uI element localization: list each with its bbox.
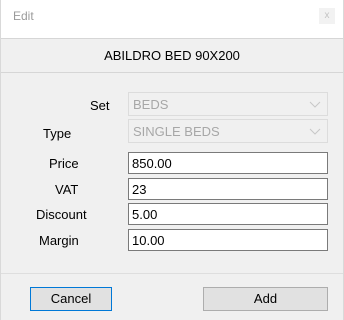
window-title: Edit (13, 9, 34, 23)
set-select[interactable]: BEDS (128, 92, 328, 116)
chevron-down-icon (309, 101, 321, 108)
vat-input[interactable] (128, 178, 328, 200)
discount-input[interactable] (128, 203, 328, 225)
discount-label: Discount (36, 207, 87, 222)
chevron-down-icon (309, 128, 321, 135)
vat-label: VAT (55, 182, 79, 197)
margin-input[interactable] (128, 229, 328, 251)
close-button[interactable]: x (319, 8, 335, 24)
cancel-button[interactable]: Cancel (30, 287, 112, 311)
edit-form: Set BEDS Type SINGLE BEDS Price VAT Disc… (1, 73, 343, 273)
title-bar: Edit x (1, 0, 343, 32)
price-label: Price (49, 156, 79, 171)
type-select[interactable]: SINGLE BEDS (128, 119, 328, 143)
type-label: Type (43, 126, 72, 141)
add-button[interactable]: Add (203, 287, 328, 311)
margin-label: Margin (39, 233, 79, 248)
set-label: Set (90, 98, 110, 113)
product-header: ABILDRO BED 90X200 (1, 38, 343, 73)
set-select-value: BEDS (133, 97, 169, 112)
type-select-value: SINGLE BEDS (133, 124, 220, 139)
edit-dialog: Edit x ABILDRO BED 90X200 Set BEDS Type … (0, 0, 344, 320)
price-input[interactable] (128, 152, 328, 174)
product-name: ABILDRO BED 90X200 (104, 48, 240, 63)
dialog-footer: Cancel Add (1, 273, 343, 320)
